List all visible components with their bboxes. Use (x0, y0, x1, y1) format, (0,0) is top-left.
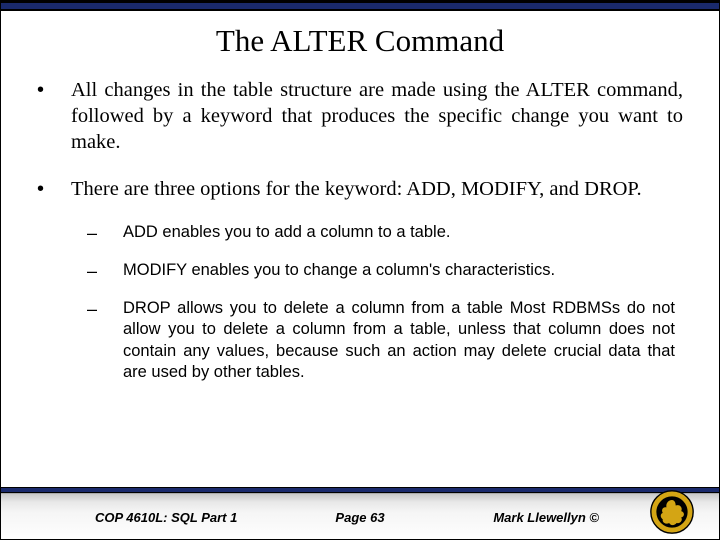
footer-author: Mark Llewellyn © (493, 510, 599, 525)
bullet-text: All changes in the table structure are m… (71, 77, 683, 156)
slide: The ALTER Command • All changes in the t… (0, 0, 720, 540)
slide-title: The ALTER Command (1, 23, 719, 59)
bullet-item: • There are three options for the keywor… (37, 176, 683, 202)
top-stripe (1, 1, 719, 11)
sub-bullet-text: DROP allows you to delete a column from … (123, 298, 675, 384)
sub-bullet-item: – ADD enables you to add a column to a t… (87, 222, 675, 244)
sub-bullet-item: – DROP allows you to delete a column fro… (87, 298, 675, 384)
sub-bullet-item: – MODIFY enables you to change a column'… (87, 260, 675, 282)
bullet-text: There are three options for the keyword:… (71, 176, 683, 202)
bullet-marker: • (37, 77, 71, 156)
footer-page: Page 63 (1, 510, 719, 525)
sub-bullet-text: MODIFY enables you to change a column's … (123, 260, 675, 282)
sub-bullet-marker: – (87, 298, 123, 384)
sub-bullet-list: – ADD enables you to add a column to a t… (87, 222, 675, 384)
footer-inner: COP 4610L: SQL Part 1 Page 63 Mark Llewe… (1, 494, 719, 539)
bullet-marker: • (37, 176, 71, 202)
sub-bullet-text: ADD enables you to add a column to a tab… (123, 222, 675, 244)
sub-bullet-marker: – (87, 260, 123, 282)
sub-bullet-marker: – (87, 222, 123, 244)
bullet-item: • All changes in the table structure are… (37, 77, 683, 156)
ucf-pegasus-logo-icon (649, 489, 695, 535)
footer: COP 4610L: SQL Part 1 Page 63 Mark Llewe… (1, 493, 719, 539)
slide-content: • All changes in the table structure are… (1, 59, 719, 384)
